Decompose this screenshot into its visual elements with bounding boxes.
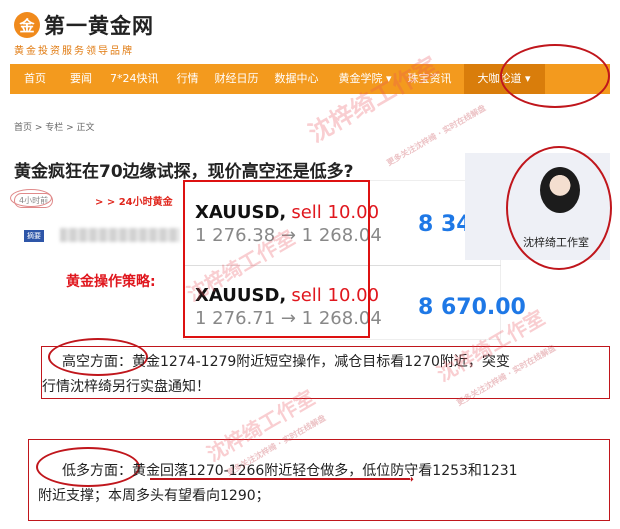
strategy-label: 黄金操作策略: — [66, 274, 156, 290]
blurred-summary — [60, 228, 180, 242]
long-strategy-line2: 附近支撑；本周多头有望看向1290； — [38, 488, 270, 504]
site-logo[interactable]: 金 第一黄金网 — [14, 10, 154, 40]
annotation-circle — [10, 189, 52, 207]
site-slogan: 黄金投资服务领导品牌 — [14, 46, 134, 57]
nav-item-market[interactable]: 行情 — [173, 64, 211, 94]
annotation-circle — [500, 44, 610, 108]
breadcrumb[interactable]: 首页 > 专栏 > 正文 — [14, 120, 95, 133]
article-title: 黄金疯狂在70边缘试探，现价高空还是低多? — [14, 162, 354, 182]
arrow-icon: ➝ — [404, 472, 415, 486]
short-strategy-line2: 行情沈梓绮另行实盘通知！ — [42, 379, 210, 395]
nav-item-home[interactable]: 首页 — [10, 64, 62, 94]
nav-item-data-center[interactable]: 数据中心 — [271, 64, 331, 94]
nav-item-flash[interactable]: 7*24快讯 — [106, 64, 173, 94]
logo-icon: 金 — [14, 12, 40, 38]
underline-mark — [150, 478, 410, 480]
watermark: 沈梓绮工作室 — [303, 51, 443, 148]
site-name: 第一黄金网 — [44, 14, 154, 38]
nav-item-calendar[interactable]: 财经日历 — [211, 64, 271, 94]
summary-badge: 摘要 — [24, 230, 44, 242]
promo-link[interactable]: > > 24小时黄金 — [95, 193, 173, 208]
annotation-circle — [506, 146, 612, 270]
nav-item-news[interactable]: 要闻 — [62, 64, 106, 94]
long-strategy-line1: 低多方面：黄金回落1270-1266附近轻仓做多，低位防守看1253和1231 — [62, 463, 518, 479]
